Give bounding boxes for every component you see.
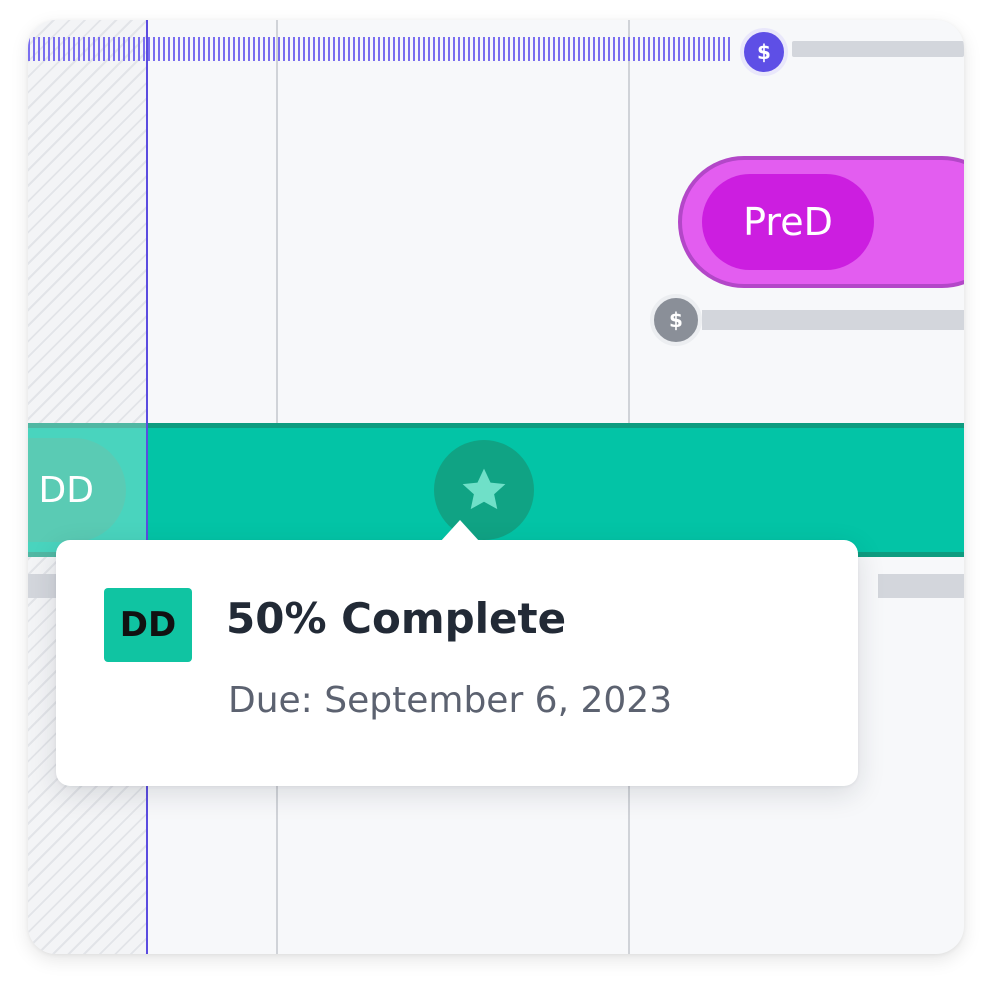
dollar-symbol: $ [669,308,683,332]
pred-budget-track [702,310,964,330]
phase-badge-label: DD [119,605,177,645]
today-marker-line [146,20,148,954]
budget-dollar-icon[interactable]: $ [740,28,788,76]
star-icon [462,468,506,510]
tooltip-due-date: Due: September 6, 2023 [228,680,673,721]
past-period-overlay [28,423,146,557]
lower-budget-track [878,574,964,598]
tooltip-arrow [440,520,480,542]
pred-phase-label: PreD [743,200,833,244]
timeline-panel: $ PreD $ DD [28,20,964,954]
milestone-tooltip [56,540,858,786]
dollar-symbol: $ [757,40,771,64]
tooltip-title: 50% Complete [226,594,567,643]
pred-phase-pill[interactable]: PreD [702,174,874,270]
top-budget-track-progress [28,37,732,61]
phase-badge: DD [104,588,192,662]
pred-budget-dollar-icon[interactable]: $ [650,294,702,346]
top-budget-track [792,41,964,57]
